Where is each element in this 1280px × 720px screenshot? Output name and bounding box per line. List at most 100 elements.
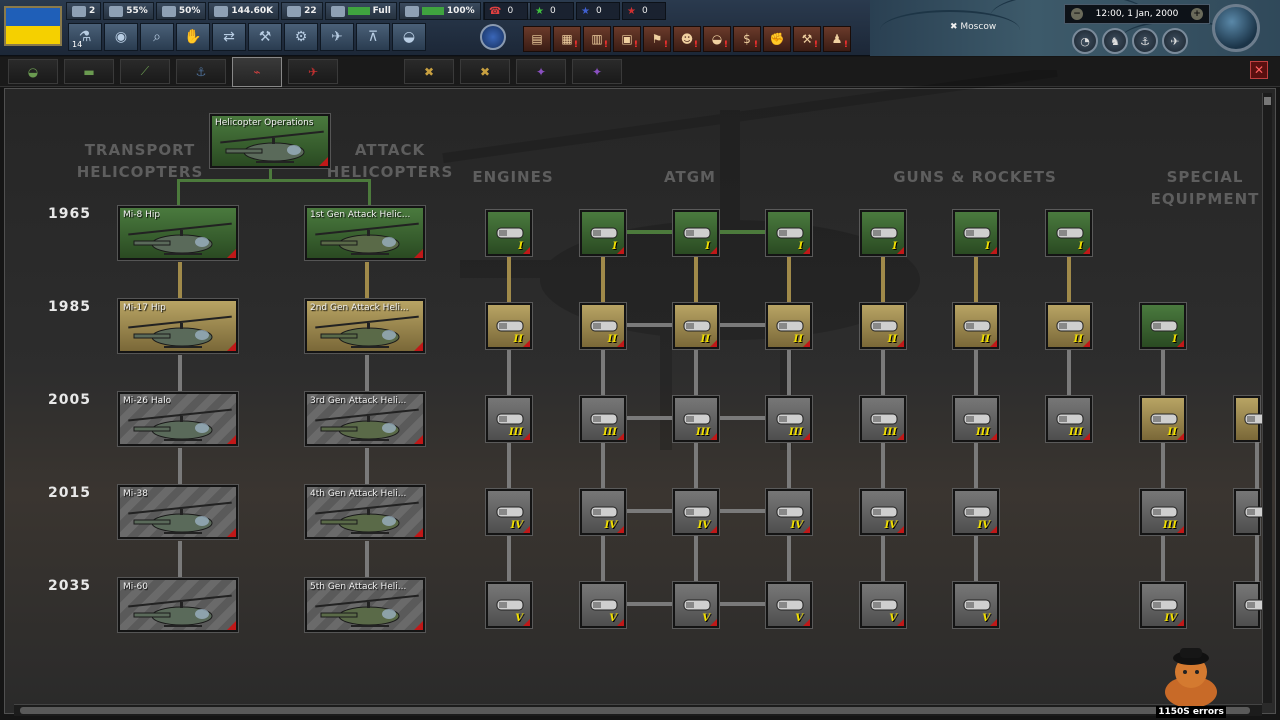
tech-transport-helicopter[interactable]: Mi-60	[118, 578, 238, 632]
vertical-scrollbar[interactable]	[1262, 93, 1272, 703]
political-power[interactable]: 2	[66, 2, 102, 20]
intelligence-menu-button[interactable]: ◉	[104, 23, 138, 51]
tech-autocannon[interactable]: III	[953, 396, 999, 442]
tech-gun[interactable]: III	[1046, 396, 1092, 442]
tech-attack-helicopter[interactable]: 3rd Gen Attack Heli...	[305, 392, 425, 446]
tech-autocannon[interactable]: II	[953, 303, 999, 349]
construction-menu-button[interactable]: ⚒	[248, 23, 282, 51]
notification-button[interactable]: ✊	[763, 26, 791, 52]
alert-counter[interactable]: ★ 0	[530, 2, 574, 20]
tech-engines[interactable]: I	[486, 210, 532, 256]
army-mapmode-icon[interactable]: ♞	[1102, 28, 1128, 54]
tech-autocannon[interactable]: I	[953, 210, 999, 256]
tech-atgm-launcher[interactable]: V	[580, 582, 626, 628]
tab-naval[interactable]: ⚓	[176, 59, 226, 84]
stability[interactable]: 55%	[103, 2, 154, 20]
tech-engines[interactable]: III	[486, 396, 532, 442]
tech-attack-helicopter[interactable]: 1st Gen Attack Helic...	[305, 206, 425, 260]
notification-button[interactable]: $!	[733, 26, 761, 52]
tech-gun[interactable]: I	[1046, 210, 1092, 256]
speed-icon[interactable]: ◔	[1072, 28, 1098, 54]
tech-attack-helicopter[interactable]: 4th Gen Attack Heli...	[305, 485, 425, 539]
tab-land-doctrine[interactable]: ✦	[516, 59, 566, 84]
notification-button[interactable]: ▣!	[613, 26, 641, 52]
game-clock[interactable]: − 12:00, 1 Jan, 2000 +	[1064, 4, 1210, 24]
tech-special[interactable]: III	[1140, 489, 1186, 535]
tab-helicopters[interactable]: ⌁	[232, 57, 282, 87]
alert-counter[interactable]: ★ 0	[622, 2, 666, 20]
tech-atgm-warhead[interactable]: IV	[766, 489, 812, 535]
navy-mapmode-icon[interactable]: ⚓	[1132, 28, 1158, 54]
diplomacy-menu-button[interactable]: ✋	[176, 23, 210, 51]
tab-infantry[interactable]: ◒	[8, 59, 58, 84]
tech-attack-helicopter[interactable]: 5th Gen Attack Heli...	[305, 578, 425, 632]
horizontal-scrollbar[interactable]	[14, 704, 1262, 716]
tech-atgm-missile[interactable]: V	[673, 582, 719, 628]
tech-engines[interactable]: II	[486, 303, 532, 349]
tech-special[interactable]: I	[1140, 303, 1186, 349]
tech-atgm-warhead[interactable]: III	[766, 396, 812, 442]
factories[interactable]: 22	[281, 2, 323, 20]
notification-button[interactable]: ▤	[523, 26, 551, 52]
war-support[interactable]: 50%	[155, 2, 207, 20]
capital-label[interactable]: ✖ Moscow	[950, 22, 996, 32]
tech-atgm-launcher[interactable]: III	[580, 396, 626, 442]
tech-offscreen[interactable]	[1234, 582, 1272, 628]
tech-atgm-missile[interactable]: II	[673, 303, 719, 349]
tech-transport-helicopter[interactable]: Mi-8 Hip	[118, 206, 238, 260]
tech-atgm-launcher[interactable]: I	[580, 210, 626, 256]
alert-counter[interactable]: ★ 0	[576, 2, 620, 20]
tech-rocket-pod[interactable]: I	[860, 210, 906, 256]
notification-button[interactable]: ▦!	[553, 26, 581, 52]
tech-helicopter-operations[interactable]: Helicopter Operations	[210, 114, 330, 168]
tab-industry[interactable]: ✖	[404, 59, 454, 84]
error-counter[interactable]: 1150S errors	[1156, 644, 1226, 720]
tab-engineering[interactable]: ✖	[460, 59, 510, 84]
tech-atgm-warhead[interactable]: II	[766, 303, 812, 349]
recruit-menu-button[interactable]: ✈	[320, 23, 354, 51]
tech-special[interactable]: II	[1140, 396, 1186, 442]
notification-button[interactable]: ☻!	[673, 26, 701, 52]
tech-offscreen[interactable]	[1234, 396, 1272, 442]
tech-atgm-warhead[interactable]: V	[766, 582, 812, 628]
tab-air-doctrine[interactable]: ✦	[572, 59, 622, 84]
notification-button[interactable]: ▥!	[583, 26, 611, 52]
tech-transport-helicopter[interactable]: Mi-26 Halo	[118, 392, 238, 446]
tech-gun[interactable]: II	[1046, 303, 1092, 349]
tech-transport-helicopter[interactable]: Mi-17 Hip	[118, 299, 238, 353]
country-flag[interactable]	[4, 6, 62, 46]
tech-rocket-pod[interactable]: III	[860, 396, 906, 442]
close-button[interactable]: ✕	[1250, 61, 1268, 79]
alert-counter[interactable]: ☎ 0	[484, 2, 528, 20]
tech-engines[interactable]: V	[486, 582, 532, 628]
tech-atgm-missile[interactable]: I	[673, 210, 719, 256]
navy-menu-button[interactable]: ◒	[392, 23, 426, 51]
horizontal-scroll-thumb[interactable]	[20, 707, 1250, 714]
speed-up-button[interactable]: +	[1191, 8, 1203, 20]
tech-attack-helicopter[interactable]: 2nd Gen Attack Heli...	[305, 299, 425, 353]
tech-autocannon[interactable]: V	[953, 582, 999, 628]
notification-button[interactable]: ⚒!	[793, 26, 821, 52]
logistics-menu-button[interactable]: ⊼	[356, 23, 390, 51]
research-menu-button[interactable]: ⚗ 14	[68, 23, 102, 51]
tab-air[interactable]: ✈	[288, 59, 338, 84]
production-menu-button[interactable]: ⚙	[284, 23, 318, 51]
tech-autocannon[interactable]: IV	[953, 489, 999, 535]
supply[interactable]: 100%	[398, 2, 481, 20]
notification-button[interactable]: ⚑!	[643, 26, 671, 52]
globe-icon[interactable]	[1212, 4, 1260, 52]
notification-button[interactable]: ◒!	[703, 26, 731, 52]
tech-transport-helicopter[interactable]: Mi-38	[118, 485, 238, 539]
tab-artillery[interactable]: ⟋	[120, 59, 170, 84]
tech-atgm-missile[interactable]: IV	[673, 489, 719, 535]
tech-rocket-pod[interactable]: II	[860, 303, 906, 349]
tech-engines[interactable]: IV	[486, 489, 532, 535]
notification-button[interactable]: ♟!	[823, 26, 851, 52]
tech-atgm-launcher[interactable]: II	[580, 303, 626, 349]
decisions-menu-button[interactable]: ⌕	[140, 23, 174, 51]
tech-rocket-pod[interactable]: IV	[860, 489, 906, 535]
manpower[interactable]: 144.60K	[208, 2, 280, 20]
tech-rocket-pod[interactable]: V	[860, 582, 906, 628]
tech-offscreen[interactable]	[1234, 489, 1272, 535]
tech-special[interactable]: IV	[1140, 582, 1186, 628]
